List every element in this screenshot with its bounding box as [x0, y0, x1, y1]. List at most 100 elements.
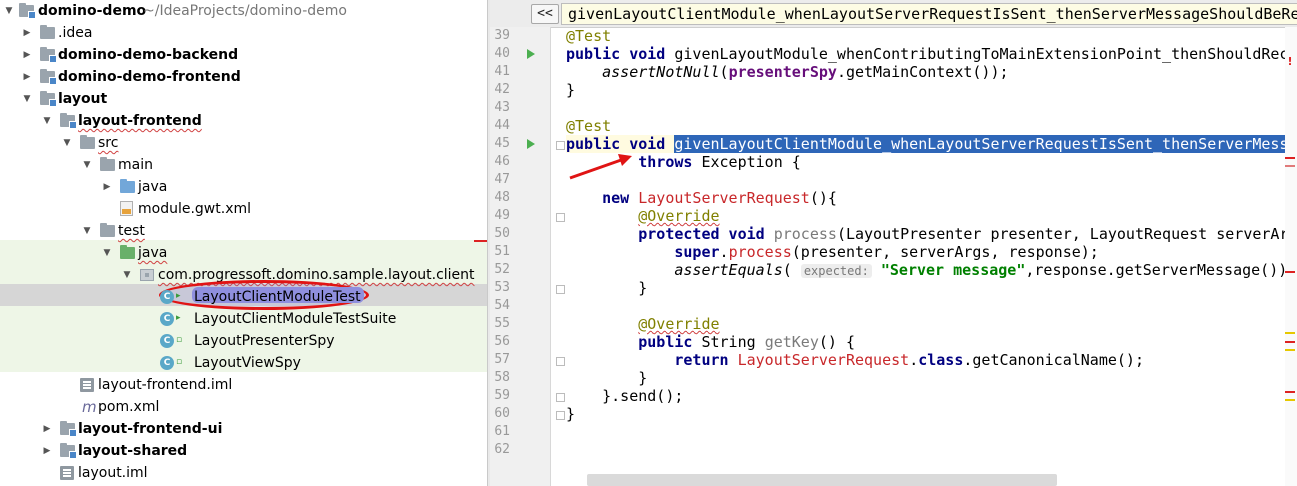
code-line-48: new LayoutServerRequest(){	[602, 189, 837, 207]
tree-item-domino-demo-frontend[interactable]: ▶ domino-demo-frontend	[0, 66, 487, 88]
line-number: 56	[494, 334, 510, 349]
tree-root-domino-demo[interactable]: ▼ domino-demo ~/IdeaProjects/domino-demo	[0, 0, 487, 22]
tree-item-pom-xml[interactable]: m pom.xml	[0, 396, 487, 418]
error-stripe-mark[interactable]	[1285, 271, 1295, 273]
line-number: 52	[494, 262, 510, 277]
line-number: 46	[494, 154, 510, 169]
tree-item-layout[interactable]: ▼ layout	[0, 88, 487, 110]
tree-item-layout-presenter-spy[interactable]: C ▫ LayoutPresenterSpy	[0, 330, 487, 352]
warning-stripe-mark[interactable]	[1285, 349, 1295, 351]
tree-item-layout-client-module-test-suite[interactable]: C ▸ LayoutClientModuleTestSuite	[0, 308, 487, 330]
error-icon[interactable]: !	[1285, 56, 1295, 67]
tree-item-layout-frontend[interactable]: ▼ layout-frontend	[0, 110, 487, 132]
folder-icon	[40, 25, 55, 39]
line-number: 41	[494, 64, 510, 79]
tree-item-label: layout-frontend	[78, 113, 202, 129]
error-stripe-mark[interactable]	[1285, 165, 1295, 167]
line-number: 50	[494, 226, 510, 241]
tree-item-main-java[interactable]: ▶ java	[0, 176, 487, 198]
tree-item-label: pom.xml	[98, 399, 160, 415]
module-folder-icon	[19, 3, 36, 19]
xml-file-icon	[120, 201, 133, 216]
code-line-41: assertNotNull(presenterSpy.getMainContex…	[602, 63, 1009, 81]
tree-item-module-gwt-xml[interactable]: module.gwt.xml	[0, 198, 487, 220]
tree-item-layout-view-spy[interactable]: C ▫ LayoutViewSpy	[0, 352, 487, 374]
tree-item-label: java	[138, 179, 168, 195]
code-area[interactable]: @Test public void givenLayoutModule_when…	[566, 27, 1291, 486]
tree-item-idea[interactable]: ▶ .idea	[0, 22, 487, 44]
fold-icon[interactable]	[556, 357, 565, 366]
chevron-down-icon[interactable]: ▼	[61, 132, 73, 154]
tree-item-src[interactable]: ▼ src	[0, 132, 487, 154]
chevron-right-icon[interactable]: ▶	[21, 22, 33, 44]
chevron-right-icon[interactable]: ▶	[41, 418, 53, 440]
method-breadcrumb[interactable]: givenLayoutClientModule_whenLayoutServer…	[561, 3, 1297, 25]
chevron-down-icon[interactable]: ▼	[81, 220, 93, 242]
fold-icon[interactable]	[556, 213, 565, 222]
chevron-right-icon[interactable]: ▶	[41, 440, 53, 462]
tree-item-label: layout-shared	[78, 443, 188, 459]
code-editor: << givenLayoutClientModule_whenLayoutSer…	[490, 0, 1297, 486]
horizontal-scrollbar[interactable]	[587, 474, 1057, 486]
chevron-down-icon[interactable]: ▼	[41, 110, 53, 132]
error-stripe-mark[interactable]	[1285, 391, 1295, 393]
chevron-down-icon[interactable]: ▼	[121, 264, 133, 286]
error-stripe-mark[interactable]	[1285, 157, 1295, 159]
error-stripe[interactable]: !	[1285, 27, 1297, 486]
module-folder-icon	[60, 113, 77, 129]
tree-item-label: LayoutPresenterSpy	[194, 333, 335, 349]
tree-item-layout-frontend-ui[interactable]: ▶ layout-frontend-ui	[0, 418, 487, 440]
chevron-down-icon[interactable]: ▼	[3, 0, 15, 22]
run-badge-icon: ▸	[176, 313, 181, 323]
module-folder-icon	[40, 47, 57, 63]
fold-icon[interactable]	[556, 393, 565, 402]
code-line-45: public void givenLayoutClientModule_when…	[566, 135, 1291, 153]
warning-stripe-mark[interactable]	[1285, 332, 1295, 334]
chevron-right-icon[interactable]: ▶	[21, 44, 33, 66]
tree-item-label: domino-demo-backend	[58, 47, 239, 63]
tree-item-layout-shared[interactable]: ▶ layout-shared	[0, 440, 487, 462]
error-marker-line	[474, 240, 487, 242]
module-folder-icon	[60, 421, 77, 437]
chevron-down-icon[interactable]: ▼	[101, 242, 113, 264]
iml-file-icon	[60, 466, 74, 480]
tree-item-test[interactable]: ▼ test	[0, 220, 487, 242]
parameter-hint: expected:	[800, 264, 872, 278]
folder-icon	[80, 135, 95, 149]
class-icon: C	[160, 334, 174, 348]
fold-icon[interactable]	[556, 285, 565, 294]
line-number: 48	[494, 190, 510, 205]
tree-item-layout-frontend-iml[interactable]: layout-frontend.iml	[0, 374, 487, 396]
line-number: 39	[494, 28, 510, 43]
fold-icon[interactable]	[556, 411, 565, 420]
fold-icon[interactable]	[556, 141, 565, 150]
line-number: 44	[494, 118, 510, 133]
maven-icon: m	[82, 398, 97, 416]
chevron-down-icon[interactable]: ▼	[81, 154, 93, 176]
tree-item-label: layout	[58, 91, 108, 107]
error-stripe-mark[interactable]	[1285, 341, 1295, 343]
access-badge-icon: ▫	[176, 357, 183, 367]
tree-item-layout-iml[interactable]: layout.iml	[0, 462, 487, 484]
tree-item-test-java[interactable]: ▼ java	[0, 242, 487, 264]
chevron-right-icon[interactable]: ▶	[21, 66, 33, 88]
tree-item-label: main	[118, 157, 153, 173]
module-folder-icon	[60, 443, 77, 459]
tree-item-main[interactable]: ▼ main	[0, 154, 487, 176]
tree-item-layout-client-module-test[interactable]: C ▸ LayoutClientModuleTest	[0, 286, 487, 308]
run-test-icon[interactable]	[527, 49, 535, 59]
run-test-icon[interactable]	[527, 139, 535, 149]
folder-icon	[100, 157, 115, 171]
tree-item-label: .idea	[58, 25, 93, 41]
chevron-down-icon[interactable]: ▼	[21, 88, 33, 110]
chevron-right-icon[interactable]: ▶	[101, 176, 113, 198]
back-button[interactable]: <<	[531, 4, 559, 24]
line-number: 59	[494, 388, 510, 403]
module-folder-icon	[40, 91, 57, 107]
source-folder-icon	[120, 179, 135, 193]
iml-file-icon	[80, 378, 94, 392]
warning-stripe-mark[interactable]	[1285, 399, 1295, 401]
line-number: 49	[494, 208, 510, 223]
folder-icon	[100, 223, 115, 237]
tree-item-domino-demo-backend[interactable]: ▶ domino-demo-backend	[0, 44, 487, 66]
